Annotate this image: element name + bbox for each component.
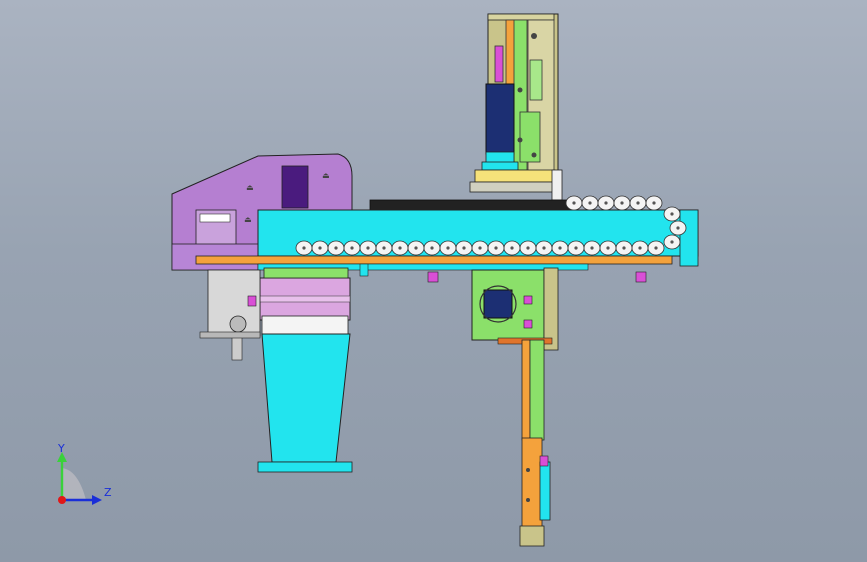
beam-magenta-nut <box>635 271 647 283</box>
arm-magenta-tip <box>539 455 549 467</box>
column-cap <box>487 13 555 21</box>
beam-mount-pad <box>359 263 369 277</box>
cable-chain-pin <box>430 246 434 250</box>
vertical-column-assembly <box>469 13 563 201</box>
support-base-dark <box>199 331 261 339</box>
cable-chain-pin <box>366 246 370 250</box>
arm-orange-rail <box>521 339 531 441</box>
support-magenta-nut <box>247 295 257 307</box>
arm-cyan-block <box>539 461 551 521</box>
column-green-pad <box>519 111 541 163</box>
cable-chain-pin <box>350 246 354 250</box>
cable-chain-pin <box>622 246 626 250</box>
triad-z-arrowhead <box>92 495 102 505</box>
column-bolt <box>517 87 523 93</box>
servo-motor <box>485 83 515 155</box>
cable-chain-pin <box>604 201 608 205</box>
cable-chain-pin <box>414 246 418 250</box>
beam-magenta-nut <box>427 271 439 283</box>
servo-coupler <box>481 161 519 171</box>
cable-chain-pin <box>302 246 306 250</box>
cable-chain-pin <box>606 246 610 250</box>
beam-under-rail-orange <box>195 255 673 265</box>
carriage-blue-motor <box>483 289 513 319</box>
triad-orientation-wedge <box>62 468 86 500</box>
support-base-plate <box>257 461 353 473</box>
cable-chain-pin <box>558 246 562 250</box>
cable-chain-pin <box>542 246 546 250</box>
support-gear <box>229 315 247 333</box>
cable-chain-pin <box>398 246 402 250</box>
column-bolt <box>531 152 537 158</box>
carriage-base <box>469 181 561 193</box>
cable-chain-pin <box>620 201 624 205</box>
cable-chain-pin <box>478 246 482 250</box>
cable-chain-pin <box>588 201 592 205</box>
cable-chain-pin <box>572 201 576 205</box>
cable-chain-pin <box>510 246 514 250</box>
arm-lower-orange <box>521 437 543 529</box>
cable-chain-pin <box>334 246 338 250</box>
support-pink-lines <box>259 295 351 303</box>
triad-origin <box>58 496 66 504</box>
column-magenta-block <box>494 45 504 83</box>
cable-chain-pin <box>654 246 658 250</box>
beam-end-cap <box>679 209 699 267</box>
beam-carriage <box>471 267 559 351</box>
svg-text:⏏: ⏏ <box>244 215 252 224</box>
cable-chain-pin <box>652 201 656 205</box>
cable-chain-pin <box>670 240 674 244</box>
cable-chain-pin <box>382 246 386 250</box>
arm-green-rail <box>529 339 545 441</box>
left-support <box>199 267 353 473</box>
svg-text:⏏: ⏏ <box>322 171 330 180</box>
column-green-mini <box>529 59 543 101</box>
carriage-white-block <box>551 169 563 201</box>
carriage-plate <box>474 169 556 183</box>
cable-chain-pin <box>590 246 594 250</box>
support-green-bar <box>263 267 349 279</box>
arm-bolt <box>526 468 530 472</box>
cable-chain-pin <box>446 246 450 250</box>
arm-gripper <box>519 525 545 547</box>
cable-chain-pin <box>526 246 530 250</box>
beam-top-dark-rail <box>369 199 573 211</box>
housing-dark-window <box>281 165 309 209</box>
cable-chain-pin <box>676 226 680 230</box>
cable-chain-pin <box>638 246 642 250</box>
cable-chain-pin <box>462 246 466 250</box>
cable-chain-pin <box>318 246 322 250</box>
column-bolt <box>517 137 523 143</box>
carriage-magenta-nut <box>523 319 533 329</box>
vertical-arm <box>519 339 551 547</box>
support-cyan-pillar <box>261 333 351 463</box>
cable-chain-pin <box>494 246 498 250</box>
cable-chain-pin <box>574 246 578 250</box>
carriage-magenta-nut <box>523 295 533 305</box>
support-white-strip <box>261 315 349 335</box>
svg-text:⏏: ⏏ <box>246 183 254 192</box>
column-bolt <box>531 33 537 39</box>
arm-bolt <box>526 498 530 502</box>
cad-viewport[interactable]: ⏏ ⏏ ⏏ Y Z <box>0 0 867 562</box>
triad-y-label: Y <box>57 442 65 455</box>
cable-chain-pin <box>670 212 674 216</box>
housing-label-slot <box>199 213 231 223</box>
triad-z-label: Z <box>104 486 112 499</box>
axis-triad: Y Z <box>57 442 112 505</box>
cable-chain-pin <box>636 201 640 205</box>
